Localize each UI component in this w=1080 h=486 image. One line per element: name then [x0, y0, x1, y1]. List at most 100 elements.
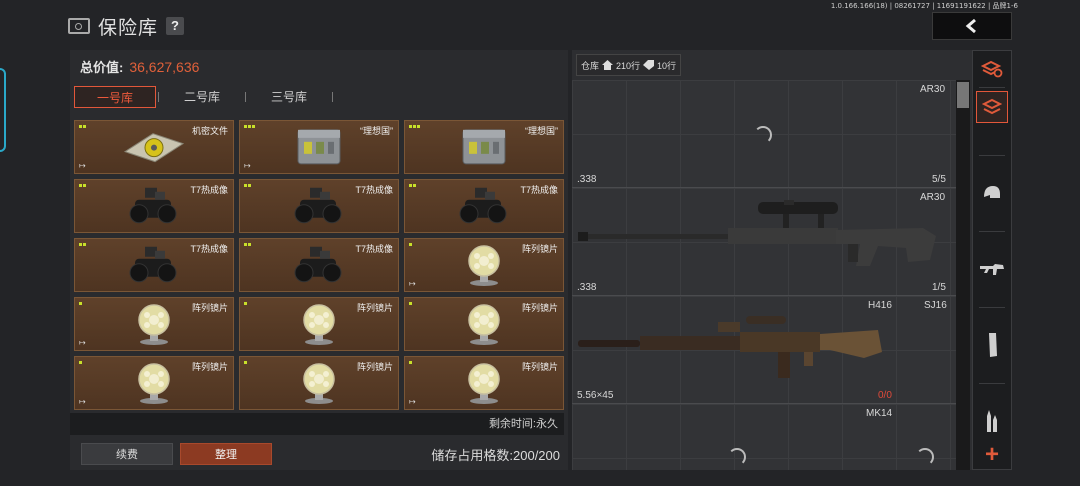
sidebar-item-all[interactable]	[976, 53, 1008, 85]
rarity-indicator	[79, 361, 82, 364]
category-sidebar: +	[972, 50, 1012, 470]
rarity-indicator	[409, 243, 412, 246]
vault-item[interactable]: T7热成像	[74, 238, 234, 292]
scrollbar-thumb[interactable]	[957, 82, 969, 108]
vault-item[interactable]: T7热成像	[74, 179, 234, 233]
weapon-caliber: .338	[577, 282, 597, 293]
rarity-dot	[83, 184, 86, 187]
tab-vault-3[interactable]: 三号库	[248, 86, 330, 108]
sidebar-item-weapon[interactable]	[976, 253, 1008, 285]
vault-item[interactable]: 机密文件 ↦	[74, 120, 234, 174]
warehouse-rows-a: 210行	[616, 60, 641, 71]
array-lens-icon	[131, 302, 177, 350]
warehouse-scrollbar[interactable]	[956, 80, 970, 470]
exit-marker-icon: ↦	[409, 279, 416, 288]
warehouse-rows-b: 10行	[657, 60, 677, 71]
back-button[interactable]	[932, 12, 1012, 40]
thermal-scope-icon	[125, 245, 183, 290]
array-lens-icon	[296, 361, 342, 409]
item-name: 阵列镜片	[521, 303, 558, 313]
tab-vault-2[interactable]: 二号库	[161, 86, 243, 108]
rarity-indicator	[79, 184, 86, 187]
sidebar-item-storage[interactable]	[976, 91, 1008, 123]
vault-item[interactable]: 阵列镜片	[404, 297, 564, 351]
page-header: 保险库 ?	[68, 14, 185, 39]
warehouse-grid: AR30 .338 5/5 AR30 .338 1/5 H416 SJ16 5.…	[572, 80, 970, 470]
item-name: 阵列镜片	[521, 244, 558, 254]
sidebar-item-ammo[interactable]	[976, 405, 1008, 437]
item-name: 阵列镜片	[191, 362, 228, 372]
help-button[interactable]: ?	[166, 17, 185, 35]
weapon-caliber: .338	[577, 174, 597, 185]
item-name: 阵列镜片	[356, 362, 393, 372]
sidebar-item-magazine[interactable]	[976, 329, 1008, 361]
page-title: 保险库	[98, 17, 159, 39]
array-lens-icon	[131, 361, 177, 409]
renew-button[interactable]: 续费	[81, 443, 173, 465]
vault-item[interactable]: T7热成像	[404, 179, 564, 233]
exit-marker-icon: ↦	[79, 161, 86, 170]
sidebar-divider	[979, 87, 1005, 88]
magazine-icon	[989, 333, 997, 357]
thermal-scope-icon	[290, 245, 348, 290]
vault-item[interactable]: 阵列镜片 ↦	[404, 238, 564, 292]
rarity-dot	[83, 125, 86, 128]
rarity-dot	[79, 361, 82, 364]
rarity-indicator	[79, 302, 82, 305]
sniper-rifle-icon[interactable]	[578, 200, 942, 280]
item-name: 机密文件	[191, 126, 228, 136]
plus-icon: +	[984, 441, 999, 468]
vault-item[interactable]: 阵列镜片 ↦	[404, 356, 564, 410]
array-lens-icon	[461, 361, 507, 409]
row-divider	[572, 403, 970, 404]
rifle-icon	[980, 264, 1004, 275]
item-name: “理想国”	[360, 126, 393, 136]
rarity-dot	[79, 184, 82, 187]
storage-usage: 储存占用格数:200/200	[431, 448, 560, 463]
item-name: T7热成像	[190, 185, 228, 195]
version-text: 1.0.166.166(18) | 08261727 | 11691191622…	[830, 2, 1018, 10]
vault-item[interactable]: “理想国”	[404, 120, 564, 174]
total-value: 总价值: 36,627,636	[80, 57, 199, 76]
vault-item[interactable]: T7热成像	[239, 179, 399, 233]
tab-vault-1[interactable]: 一号库	[74, 86, 156, 108]
vault-item-grid: 机密文件 ↦ “理想国” ↦ “理想国” T7热成像 T7热成像 T7热成像 T7热成像 T7热成…	[74, 120, 564, 410]
rarity-indicator	[409, 302, 412, 305]
vault-item[interactable]: 阵列镜片 ↦	[74, 356, 234, 410]
vault-item[interactable]: 阵列镜片	[239, 356, 399, 410]
sort-button[interactable]: 整理	[180, 443, 272, 465]
rarity-dot	[413, 125, 416, 128]
item-name: 阵列镜片	[356, 303, 393, 313]
rarity-indicator	[244, 184, 251, 187]
rarity-dot	[248, 125, 251, 128]
rarity-dot	[244, 361, 247, 364]
add-button[interactable]: +	[976, 439, 1008, 471]
vault-item[interactable]: T7热成像	[239, 238, 399, 292]
weapon-ammo-count: 0/0	[878, 390, 892, 401]
supply-crate-icon	[459, 126, 509, 173]
vault-item[interactable]: “理想国” ↦	[239, 120, 399, 174]
classified-file-icon	[119, 128, 189, 171]
rarity-dot	[244, 184, 247, 187]
rarity-dot	[244, 302, 247, 305]
weapon-name: H416	[868, 300, 892, 311]
helmet-icon	[984, 186, 1000, 198]
sidebar-item-helmet[interactable]	[976, 177, 1008, 209]
supply-crate-icon	[294, 126, 344, 173]
side-drawer-handle[interactable]	[0, 68, 6, 152]
home-icon	[602, 60, 614, 70]
vault-item[interactable]: 阵列镜片 ↦	[74, 297, 234, 351]
rarity-dot	[409, 125, 412, 128]
rarity-indicator	[409, 361, 412, 364]
row-divider	[572, 187, 970, 188]
vault-item[interactable]: 阵列镜片	[239, 297, 399, 351]
assault-rifle-icon[interactable]	[578, 312, 888, 392]
rarity-dot	[409, 361, 412, 364]
rarity-dot	[79, 243, 82, 246]
weapon-name: SJ16	[924, 300, 947, 311]
total-value-amount: 36,627,636	[129, 59, 200, 75]
tab-divider	[158, 92, 159, 102]
warehouse-label: 仓库	[581, 60, 600, 71]
item-name: 阵列镜片	[191, 303, 228, 313]
sidebar-divider	[979, 231, 1005, 232]
